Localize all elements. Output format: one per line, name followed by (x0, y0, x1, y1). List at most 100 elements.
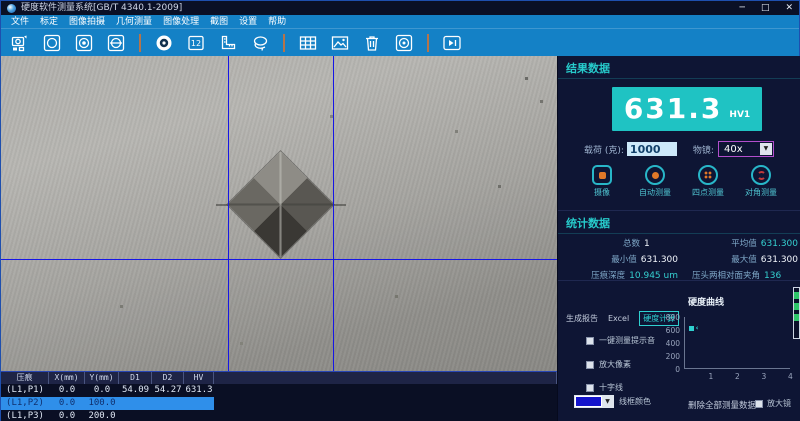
cell: 100.0 (85, 397, 119, 410)
stat-label: 总数 (623, 237, 640, 249)
chart-ytick: 400 (660, 339, 680, 348)
target-button[interactable] (151, 31, 177, 55)
svg-text:12: 12 (191, 39, 201, 48)
four-point-measure-icon (698, 165, 718, 185)
menu-help[interactable]: 帮助 (268, 15, 286, 29)
disc-icon (394, 33, 414, 53)
cell (119, 397, 152, 410)
stat-max: 最大值 631.300 (678, 253, 798, 265)
menu-image-processing[interactable]: 图像处理 (163, 15, 199, 29)
circle-tool-b-button[interactable] (71, 31, 97, 55)
hardness-value-display: 631.3 HV1 (612, 87, 762, 131)
menu-settings[interactable]: 设置 (239, 15, 257, 29)
chart-xtick: 4 (788, 372, 793, 381)
measure-line-vertical-right[interactable] (333, 56, 334, 371)
cell: 54.27 (152, 384, 184, 397)
app-window: 硬度软件测量系统[GB/T 4340.1-2009] ─ □ ✕ 文件 标定 图… (0, 0, 800, 421)
objective-select[interactable]: 40x ▼ (718, 141, 774, 157)
line-color-select[interactable]: ▼ (574, 395, 614, 408)
table-row[interactable]: (L1,P3) 0.0 200.0 (1, 410, 214, 421)
chart-axes (684, 317, 790, 369)
ruler-button[interactable] (215, 31, 241, 55)
load-label: 载荷 (克): (584, 143, 624, 156)
circle-tool-a-button[interactable] (39, 31, 65, 55)
cell: 631.3 (184, 384, 214, 397)
menu-bar: 文件 标定 图像拍摄 几何测量 图像处理 截图 设置 帮助 (1, 15, 799, 29)
cell (119, 410, 152, 421)
statistics-section: 统计数据 总数 1 平均值 631.300 最小值 631.300 (558, 210, 800, 280)
lasso-undo-icon (250, 33, 270, 53)
table-row[interactable]: (L1,P1) 0.0 0.0 54.09 54.27 631.3 (1, 384, 214, 397)
grid-table-icon (298, 33, 318, 53)
trash-icon (362, 33, 382, 53)
diagonal-measure-button[interactable]: 对角测量 (739, 165, 783, 198)
measure-line-vertical-left[interactable] (228, 56, 229, 371)
image-button[interactable] (327, 31, 353, 55)
cell: (L1,P1) (1, 384, 49, 397)
cell (184, 397, 214, 410)
action-label: 摄像 (594, 187, 610, 198)
cell: 0.0 (49, 410, 85, 421)
stat-value: 631.300 (761, 239, 798, 249)
menu-screenshot[interactable]: 截图 (210, 15, 228, 29)
export-play-icon (442, 33, 462, 53)
close-button[interactable]: ✕ (785, 1, 793, 15)
capture-settings-button[interactable] (7, 31, 33, 55)
main-area: 压痕 X(mm) Y(mm) D1 D2 HV (L1,P1) 0.0 0.0 … (1, 56, 799, 421)
hardness-chart: 硬度曲线 02004006008001234‹ (662, 295, 798, 391)
chart-point-marker: ‹ (696, 324, 699, 332)
delete-all-data-button[interactable]: 删除全部测量数据 (688, 399, 756, 411)
table-row-selected[interactable]: (L1,P2) 0.0 100.0 (1, 397, 214, 410)
line-color-label: 线框颜色 (619, 396, 651, 407)
checkbox-icon (586, 384, 594, 392)
stat-label: 最大值 (731, 253, 757, 265)
cell: 0.0 (85, 384, 119, 397)
col-filler (214, 372, 557, 384)
col-d1: D1 (119, 372, 152, 384)
checkbox-zoom-pixels[interactable]: 放大像素 (586, 359, 631, 370)
line-color-row: ▼ 线框颜色 (574, 395, 651, 408)
measurement-table: 压痕 X(mm) Y(mm) D1 D2 HV (L1,P1) 0.0 0.0 … (1, 371, 557, 421)
chart-ytick: 600 (660, 326, 680, 335)
checkbox-icon (586, 337, 594, 345)
grid-table-button[interactable] (295, 31, 321, 55)
generate-report-button[interactable]: 生成报告 (566, 313, 598, 324)
circle-tool-c-button[interactable] (103, 31, 129, 55)
toolbar-separator (283, 34, 285, 52)
menu-file[interactable]: 文件 (11, 15, 29, 29)
measure-numbers-button[interactable]: 12 (183, 31, 209, 55)
toolbar-separator (139, 34, 141, 52)
load-input[interactable] (627, 142, 677, 156)
window-title: 硬度软件测量系统[GB/T 4340.1-2009] (21, 1, 182, 15)
minimize-button[interactable]: ─ (740, 1, 745, 15)
disc-button[interactable] (391, 31, 417, 55)
menu-geometry-measure[interactable]: 几何测量 (116, 15, 152, 29)
maximize-button[interactable]: □ (761, 1, 770, 15)
chevron-down-icon: ▼ (760, 143, 772, 155)
export-play-button[interactable] (439, 31, 465, 55)
auto-measure-icon (645, 165, 665, 185)
capture-action-button[interactable]: 摄像 (580, 165, 624, 198)
vertical-slider[interactable] (793, 287, 800, 339)
action-buttons: 摄像 自动测量 四点测量 对角测量 (580, 165, 800, 198)
stat-value: 1 (644, 239, 678, 249)
excel-export-button[interactable]: Excel (608, 314, 629, 323)
auto-measure-button[interactable]: 自动测量 (633, 165, 677, 198)
hardness-value: 631.3 (624, 87, 723, 131)
chart-point (689, 326, 694, 331)
magnifier-checkbox[interactable]: 放大镜 (755, 398, 791, 409)
checkbox-crosshair[interactable]: 十字线 (586, 382, 623, 393)
menu-image-capture[interactable]: 图像拍摄 (69, 15, 105, 29)
checkbox-measure-beep[interactable]: 一键测量提示音 (586, 335, 655, 346)
action-label: 自动测量 (639, 187, 671, 198)
statistics-header: 统计数据 (558, 211, 800, 234)
lasso-undo-button[interactable] (247, 31, 273, 55)
trash-button[interactable] (359, 31, 385, 55)
micrograph-view[interactable] (1, 56, 557, 371)
measure-line-horizontal[interactable] (1, 259, 557, 260)
four-point-measure-button[interactable]: 四点测量 (686, 165, 730, 198)
menu-calibration[interactable]: 标定 (40, 15, 58, 29)
measure-numbers-icon: 12 (186, 33, 206, 53)
chart-xtick: 2 (735, 372, 740, 381)
col-hv: HV (184, 372, 214, 384)
